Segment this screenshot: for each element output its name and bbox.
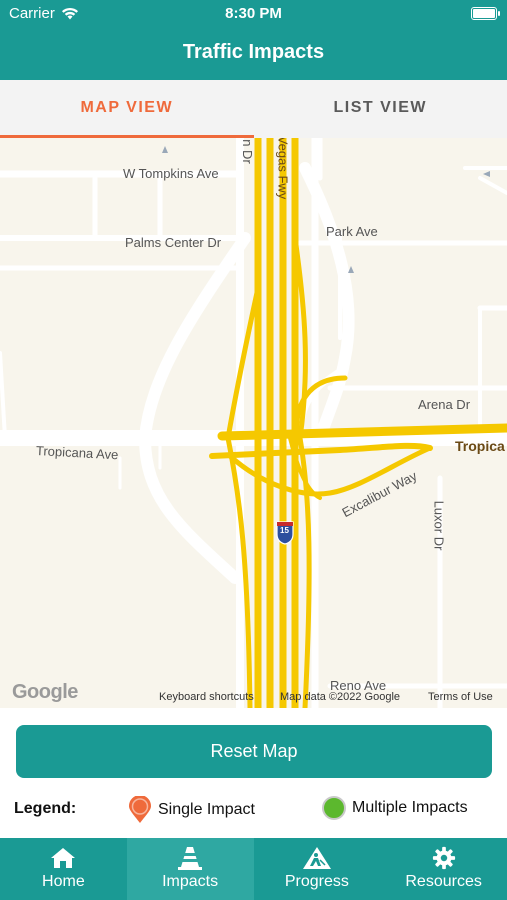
label-luxor: Luxor Dr (431, 500, 447, 551)
battery-icon (471, 7, 500, 20)
nav-impacts-label: Impacts (162, 873, 219, 890)
label-tropicana-right: Tropica (455, 438, 505, 454)
nav-resources-label: Resources (405, 873, 482, 890)
cluster-dot-icon (322, 796, 346, 820)
nav-resources[interactable]: Resources (380, 838, 507, 900)
legend-multiple-label: Multiple Impacts (352, 799, 468, 816)
map-canvas[interactable] (0, 138, 507, 708)
label-park: Park Ave (326, 224, 378, 239)
tab-map-view[interactable]: MAP VIEW (0, 80, 254, 138)
label-palms: Palms Center Dr (125, 235, 222, 250)
map-view[interactable]: W Tompkins Ave Palms Center Dr Park Ave … (0, 138, 507, 708)
keyboard-shortcuts-link[interactable]: Keyboard shortcuts (159, 691, 254, 703)
reset-map-button[interactable]: Reset Map (16, 725, 492, 778)
legend-single-impact: Single Impact (128, 796, 255, 824)
label-arena: Arena Dr (418, 397, 471, 412)
construction-icon (302, 847, 331, 869)
legend-multiple-impacts: Multiple Impacts (322, 796, 468, 820)
terms-of-use-link[interactable]: Terms of Use (428, 691, 493, 703)
map-pin-icon (129, 796, 151, 823)
legend-single-label: Single Impact (158, 801, 255, 818)
traffic-cone-icon (178, 847, 203, 870)
nav-impacts[interactable]: Impacts (126, 838, 254, 900)
nav-home-label: Home (42, 873, 85, 890)
view-tabs: MAP VIEW LIST VIEW (0, 80, 507, 138)
label-n-dr: n Dr (239, 139, 255, 164)
legend-label: Legend: (14, 800, 77, 817)
label-vegas-fwy: Vegas Fwy (275, 138, 291, 200)
tab-list-view[interactable]: LIST VIEW (254, 80, 507, 138)
nav-progress-label: Progress (284, 873, 349, 890)
map-footer: Keyboard shortcuts Map data ©2022 Google… (0, 688, 507, 708)
status-bar: Carrier 8:30 PM (0, 0, 507, 28)
app-header: Traffic Impacts (0, 28, 507, 80)
map-data-attribution[interactable]: Map data ©2022 Google (280, 691, 400, 703)
label-shield: 15 (280, 526, 289, 535)
nav-home[interactable]: Home (0, 838, 127, 900)
clock: 8:30 PM (225, 5, 282, 22)
label-tompkins: W Tompkins Ave (123, 166, 219, 181)
page-title: Traffic Impacts (182, 41, 325, 63)
nav-progress[interactable]: Progress (254, 838, 381, 900)
gear-icon (432, 846, 455, 870)
home-icon (51, 848, 76, 868)
legend: Legend: Single Impact Multiple Impacts (0, 790, 507, 830)
bottom-tab-bar: Home Impacts Progress Resources (0, 838, 507, 900)
